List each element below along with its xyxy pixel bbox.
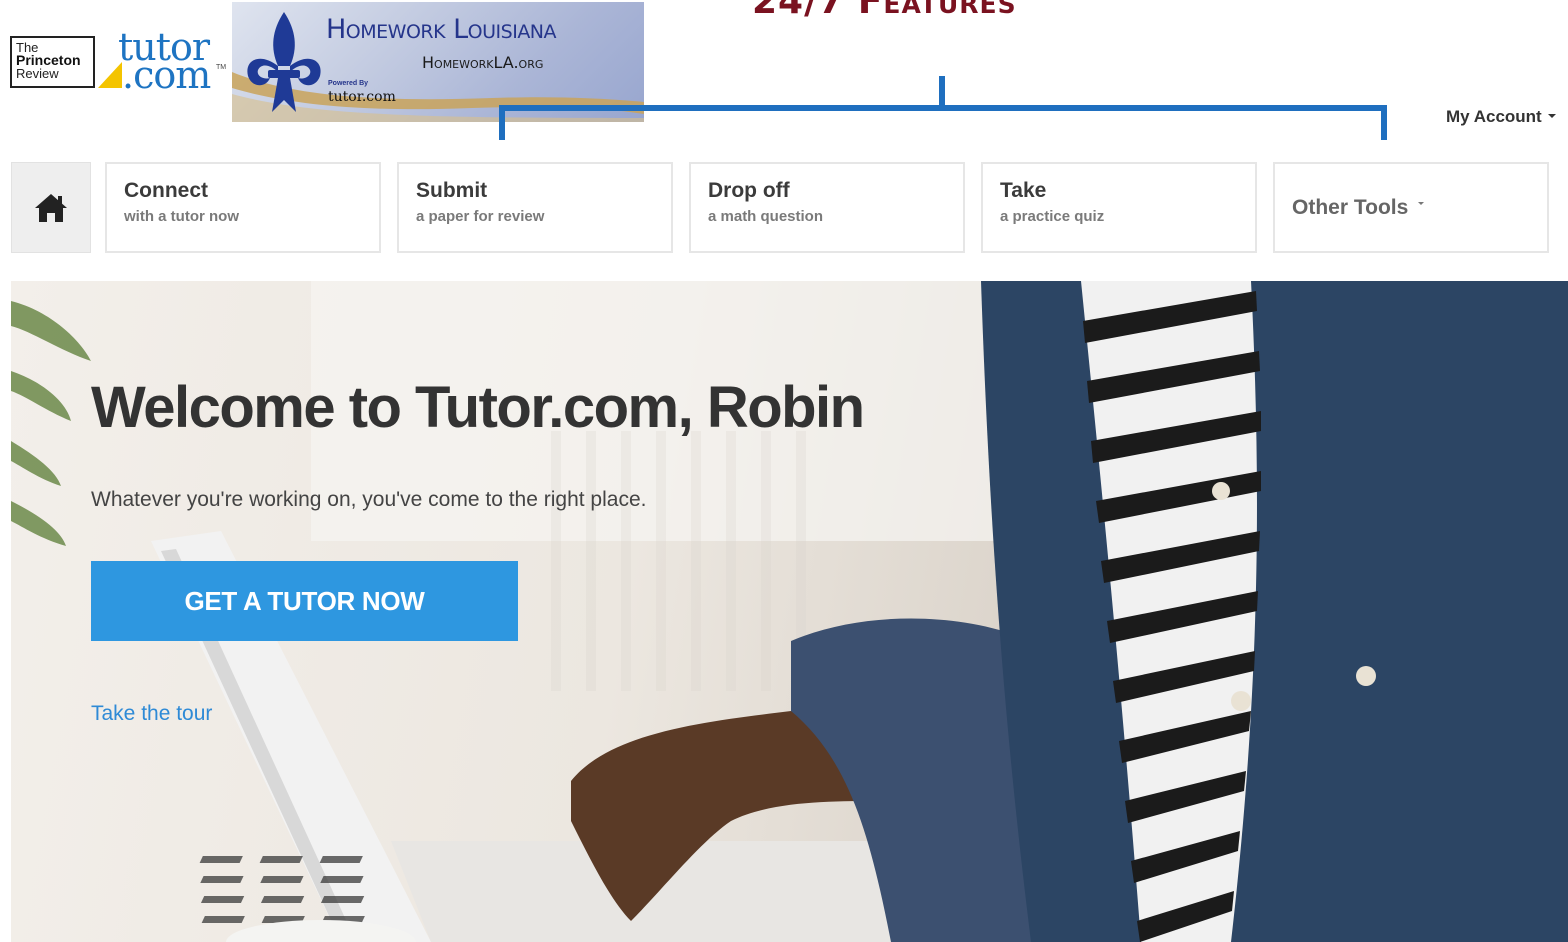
my-account-menu[interactable]: My Account	[1446, 107, 1556, 127]
features-annotation-title: 24/7 Features	[752, 0, 1017, 22]
features-bracket	[499, 76, 1387, 140]
nav-submit[interactable]: Submit a paper for review	[397, 162, 673, 253]
hero-section: Welcome to Tutor.com, Robin Whatever you…	[11, 281, 1568, 942]
nav-take[interactable]: Take a practice quiz	[981, 162, 1257, 253]
nav-submit-title: Submit	[416, 179, 488, 202]
banner-subtitle: HomeworkLA.org	[422, 53, 544, 72]
nav-take-subtitle: a practice quiz	[1000, 208, 1105, 225]
chevron-down-icon	[1547, 113, 1556, 118]
banner-title: Homework Louisiana	[326, 14, 557, 45]
nav-other-tools[interactable]: Other Tools	[1273, 162, 1549, 253]
logo-text-com: .com	[122, 53, 211, 97]
princeton-review-logo: The Princeton Review	[10, 36, 122, 88]
fleur-de-lis-icon	[247, 12, 321, 112]
banner-powered-brand: tutor.com	[328, 89, 396, 105]
nav-other-tools-label: Other Tools	[1292, 195, 1409, 219]
get-a-tutor-now-button[interactable]: GET A TUTOR NOW	[91, 561, 518, 641]
tutor-com-logo: tutor .com TM	[118, 28, 228, 97]
chevron-down-icon	[1418, 202, 1425, 205]
nav-connect-title: Connect	[124, 179, 208, 202]
app-window: The Princeton Review tutor .com TM Homew…	[0, 0, 1568, 942]
logo-trademark: TM	[216, 64, 227, 71]
home-button[interactable]	[11, 162, 91, 253]
nav-submit-subtitle: a paper for review	[416, 208, 545, 225]
nav-drop-off-title: Drop off	[708, 179, 790, 202]
my-account-label: My Account	[1446, 107, 1542, 126]
nav-drop-off-subtitle: a math question	[708, 208, 824, 225]
welcome-heading: Welcome to Tutor.com, Robin	[91, 375, 865, 440]
nav-take-title: Take	[1000, 179, 1047, 202]
nav-connect-subtitle: with a tutor now	[124, 208, 239, 225]
take-the-tour-link[interactable]: Take the tour	[91, 702, 212, 726]
nav-connect[interactable]: Connect with a tutor now	[105, 162, 381, 253]
banner-powered-by: Powered By	[328, 80, 369, 87]
nav-drop-off[interactable]: Drop off a math question	[689, 162, 965, 253]
welcome-subtitle: Whatever you're working on, you've come …	[91, 488, 647, 511]
logo-text-review: Review	[16, 66, 59, 81]
home-icon	[35, 193, 67, 222]
